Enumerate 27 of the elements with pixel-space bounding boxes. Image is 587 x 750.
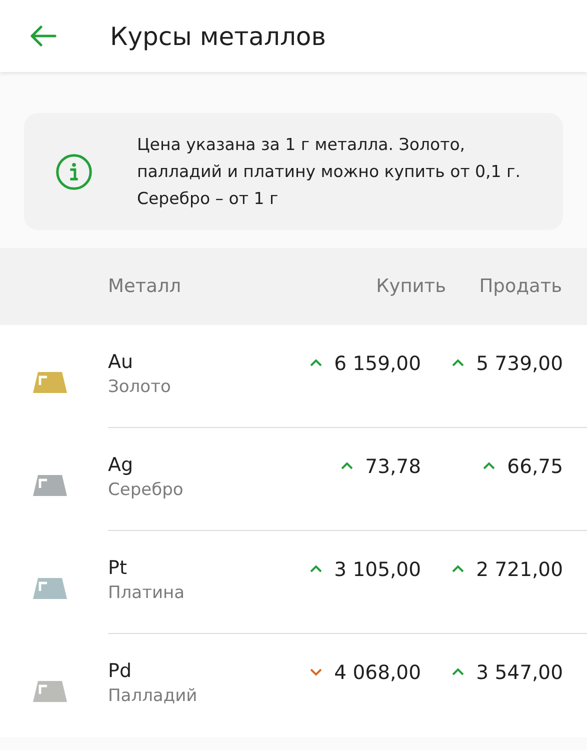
metal-name: Платина — [108, 583, 185, 603]
price-value: 5 739,00 — [476, 352, 563, 374]
page-title: Курсы металлов — [110, 22, 326, 50]
metal-row[interactable]: Au Золото 6 159,00 5 739,00 — [0, 325, 587, 428]
back-arrow-icon[interactable] — [29, 24, 57, 48]
info-text: Цена указана за 1 г металла. Золото, палладий и платину можно купить от 0,1 г. Серебро – от 1 г — [137, 134, 522, 210]
info-icon — [55, 153, 93, 191]
column-header: Металл — [108, 276, 182, 297]
price-value: 4 068,00 — [334, 660, 421, 684]
price-value: 73,78 — [365, 454, 421, 478]
metal-row[interactable]: Ag Серебро 73,78 66,75 — [0, 428, 587, 531]
metal-name: Серебро — [108, 480, 184, 500]
metal-name: Золото — [108, 377, 171, 397]
metal-symbol: Pd — [108, 660, 132, 682]
metal-symbol: Ag — [108, 454, 134, 476]
metal-symbol: Au — [108, 351, 134, 373]
price-value: 66,75 — [507, 454, 563, 478]
metal-name: Палладий — [108, 686, 198, 706]
metal-row[interactable]: Pt Платина 3 105,00 2 721,00 — [0, 531, 587, 634]
price-value: 6 159,00 — [334, 352, 421, 374]
column-header: Продать — [478, 276, 563, 297]
price-value: 3 105,00 — [334, 558, 421, 580]
column-header: Купить — [375, 276, 446, 297]
metal-symbol: Pt — [108, 557, 127, 579]
metal-row[interactable]: Pd Палладий 4 068,00 3 547,00 — [0, 634, 587, 737]
price-value: 2 721,00 — [476, 558, 563, 580]
price-value: 3 547,00 — [476, 660, 563, 684]
